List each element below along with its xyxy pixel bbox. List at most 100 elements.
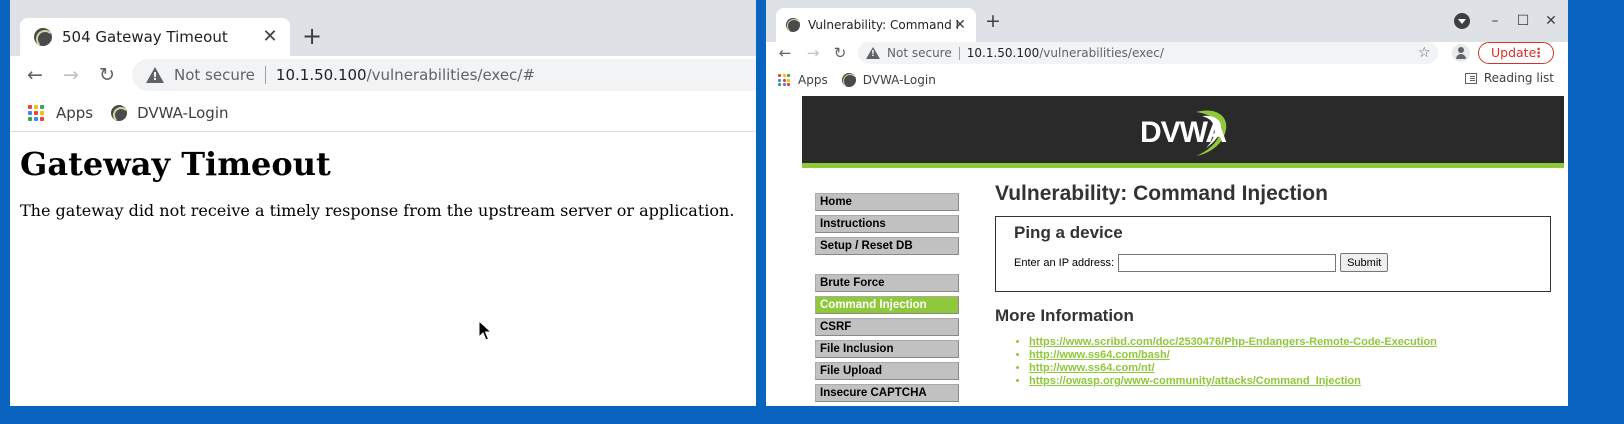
url-host: 10.1.50.100 (275, 66, 367, 84)
browser-window-right: Vulnerability: Command Injection ✕ + – ☐… (766, 0, 1568, 406)
dvwa-favicon-icon (841, 73, 857, 88)
menu-item-instructions[interactable]: Instructions (815, 215, 959, 233)
page-content: Gateway Timeout The gateway did not rece… (10, 133, 756, 406)
dvwa-favicon-icon (111, 104, 130, 123)
submit-button[interactable]: Submit (1340, 253, 1389, 272)
url-text[interactable]: 10.1.50.100/vulnerabilities/exec/# (276, 66, 535, 84)
tab-title: 504 Gateway Timeout (62, 28, 228, 46)
bookmark-label: DVWA-Login (862, 73, 936, 87)
menu-item-file-upload[interactable]: File Upload (815, 362, 959, 380)
bookmarks-bar: Apps DVWA-Login Reading list (766, 66, 1568, 94)
back-button[interactable]: ← (22, 62, 48, 88)
kebab-menu-icon: ⋮ (1532, 45, 1546, 60)
tab-close-icon[interactable]: ✕ (260, 24, 280, 50)
bookmark-label: DVWA-Login (137, 103, 229, 122)
maximize-button[interactable]: ☐ (1512, 10, 1534, 32)
reference-link-scribd[interactable]: https://www.scribd.com/doc/2530476/Php-E… (1029, 336, 1437, 348)
bookmark-apps[interactable]: Apps (28, 104, 93, 122)
reference-link-list: https://www.scribd.com/doc/2530476/Php-E… (995, 336, 1563, 388)
browser-window-left: 504 Gateway Timeout ✕ + ← → ↻ Not secure… (10, 0, 756, 406)
profile-avatar-icon[interactable] (1452, 44, 1470, 62)
menu-item-command-injection[interactable]: Command Injection (815, 296, 959, 314)
update-button[interactable]: Update ⋮ (1478, 42, 1554, 64)
list-item: https://owasp.org/www-community/attacks/… (1029, 375, 1563, 388)
warning-icon[interactable] (866, 47, 880, 59)
ping-form-row: Enter an IP address: Submit (1014, 253, 1532, 272)
url-host: 10.1.50.100 (966, 46, 1040, 60)
tab-command-injection[interactable]: Vulnerability: Command Injection ✕ (776, 8, 976, 42)
warning-icon[interactable] (146, 67, 164, 83)
toolbar: ← → ↻ Not secure 10.1.50.100/vulnerabili… (10, 56, 756, 94)
omnibox-divider (958, 46, 960, 60)
ping-heading: Ping a device (1014, 223, 1123, 242)
url-path: /vulnerabilities/exec/# (366, 66, 535, 84)
error-message: The gateway did not receive a timely res… (20, 201, 735, 220)
list-item: https://www.scribd.com/doc/2530476/Php-E… (1029, 336, 1563, 349)
menu-item-brute-force[interactable]: Brute Force (815, 274, 959, 292)
tab-strip: Vulnerability: Command Injection ✕ + – ☐… (766, 0, 1568, 42)
address-bar[interactable]: Not secure 10.1.50.100/vulnerabilities/e… (858, 42, 1438, 64)
bookmark-dvwa-login[interactable]: DVWA-Login (841, 73, 936, 88)
close-window-button[interactable]: ✕ (1540, 10, 1562, 32)
not-secure-label[interactable]: Not secure (174, 66, 255, 84)
menu-item-home[interactable]: Home (815, 193, 959, 211)
more-information-section: More Information https://www.scribd.com/… (995, 306, 1563, 388)
url-text[interactable]: 10.1.50.100/vulnerabilities/exec/ (967, 46, 1164, 60)
dvwa-header: DVWA (802, 96, 1564, 168)
reference-link-ss64-bash[interactable]: http://www.ss64.com/bash/ (1029, 349, 1170, 361)
apps-grid-icon (778, 74, 790, 86)
reading-list-icon (1464, 72, 1477, 84)
bookmarks-bar: Apps DVWA-Login (10, 94, 756, 132)
apps-grid-icon (28, 104, 44, 121)
tab-gateway-timeout[interactable]: 504 Gateway Timeout ✕ (20, 18, 290, 56)
reading-list-label: Reading list (1483, 71, 1554, 85)
ping-form-box: Ping a device Enter an IP address: Submi… (995, 216, 1551, 292)
dvwa-page: DVWA Home Instructions Setup / Reset DB … (802, 96, 1564, 406)
tab-search-chevron-icon[interactable] (1454, 13, 1470, 29)
toolbar: ← → ↻ Not secure 10.1.50.100/vulnerabili… (766, 42, 1568, 66)
new-tab-button[interactable]: + (982, 10, 1004, 32)
minimize-button[interactable]: – (1484, 10, 1506, 32)
ip-address-input[interactable] (1118, 253, 1337, 272)
address-bar[interactable]: Not secure 10.1.50.100/vulnerabilities/e… (132, 59, 756, 91)
more-info-heading: More Information (995, 306, 1134, 325)
vulnerability-title: Vulnerability: Command Injection (995, 182, 1328, 205)
tab-strip: 504 Gateway Timeout ✕ + (10, 0, 756, 56)
menu-item-file-inclusion[interactable]: File Inclusion (815, 340, 959, 358)
not-secure-label[interactable]: Not secure (887, 46, 952, 60)
reload-button[interactable]: ↻ (829, 42, 851, 64)
bookmark-star-icon[interactable]: ☆ (1418, 44, 1431, 62)
dvwa-sidebar-menu: Home Instructions Setup / Reset DB Brute… (815, 193, 959, 406)
bookmark-label: Apps (798, 73, 828, 87)
new-tab-button[interactable]: + (298, 22, 326, 50)
menu-spacer (815, 259, 959, 274)
menu-item-setup-reset-db[interactable]: Setup / Reset DB (815, 237, 959, 255)
ip-address-label: Enter an IP address: (1014, 256, 1115, 269)
reload-button[interactable]: ↻ (94, 62, 120, 88)
reading-list-button[interactable]: Reading list (1464, 71, 1554, 85)
bookmark-dvwa-login[interactable]: DVWA-Login (111, 103, 229, 123)
mouse-pointer-icon (478, 320, 492, 341)
page-title: Gateway Timeout (20, 145, 331, 183)
update-label: Update (1491, 45, 1537, 60)
list-item: http://www.ss64.com/bash/ (1029, 349, 1563, 362)
forward-button[interactable]: → (802, 42, 824, 64)
dvwa-logo: DVWA (1136, 106, 1232, 158)
tab-title: Vulnerability: Command Injection (808, 18, 958, 32)
bookmark-apps[interactable]: Apps (778, 73, 828, 87)
url-path: /vulnerabilities/exec/ (1039, 46, 1164, 60)
list-item: http://www.ss64.com/nt/ (1029, 362, 1563, 375)
back-button[interactable]: ← (774, 42, 796, 64)
reference-link-ss64-nt[interactable]: http://www.ss64.com/nt/ (1029, 362, 1155, 374)
page-content: DVWA Home Instructions Setup / Reset DB … (766, 96, 1568, 406)
omnibox-divider (264, 66, 266, 84)
reference-link-owasp[interactable]: https://owasp.org/www-community/attacks/… (1029, 375, 1361, 387)
forward-button[interactable]: → (58, 62, 84, 88)
menu-item-insecure-captcha[interactable]: Insecure CAPTCHA (815, 384, 959, 402)
tab-close-icon[interactable]: ✕ (952, 14, 968, 36)
dvwa-main-body: Vulnerability: Command Injection Ping a … (995, 182, 1563, 388)
bookmark-label: Apps (56, 103, 94, 122)
menu-item-csrf[interactable]: CSRF (815, 318, 959, 336)
logo-text: DVWA (1140, 116, 1227, 149)
dvwa-favicon-icon (34, 28, 54, 48)
